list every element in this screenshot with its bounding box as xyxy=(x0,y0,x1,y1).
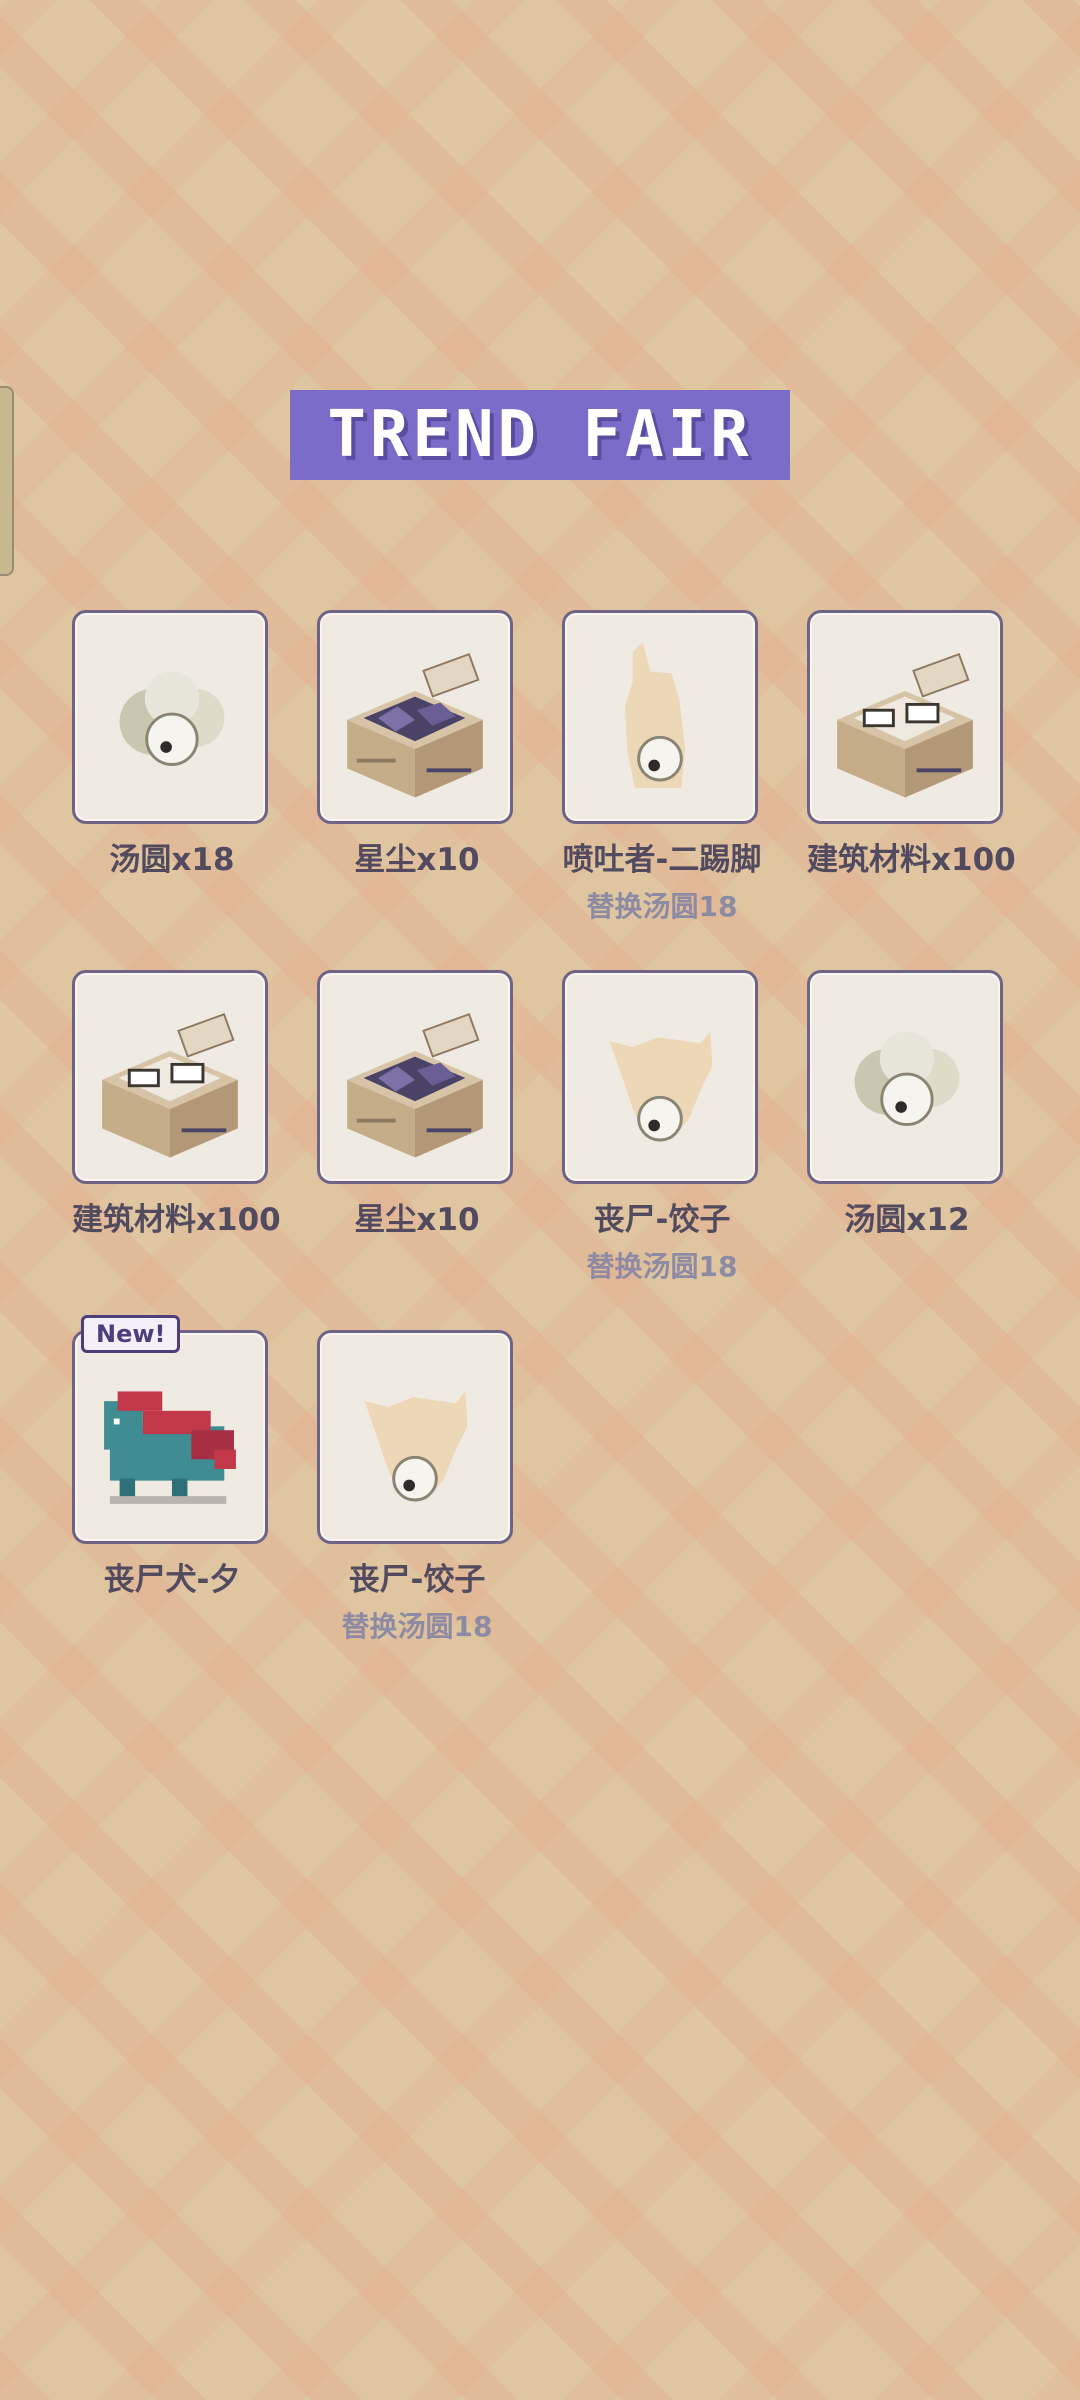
side-drawer-handle[interactable] xyxy=(0,386,14,576)
item-name: 星尘x10 xyxy=(354,842,480,878)
reward-item[interactable]: 喷吐者-二踢脚 替换汤圆18 xyxy=(562,610,762,970)
reward-card[interactable] xyxy=(317,970,513,1184)
reward-card[interactable] xyxy=(72,610,268,824)
item-name: 建筑材料x100 xyxy=(72,1202,281,1238)
item-name: 丧尸-饺子 xyxy=(593,1202,731,1238)
reward-card[interactable] xyxy=(72,970,268,1184)
building-materials-crate-icon xyxy=(102,1013,238,1158)
reward-card[interactable] xyxy=(317,1330,513,1544)
reward-card[interactable] xyxy=(562,970,758,1184)
reward-card[interactable]: New! xyxy=(72,1315,268,1544)
item-name: 丧尸犬-夕 xyxy=(103,1562,241,1598)
item-name: 喷吐者-二踢脚 xyxy=(562,842,762,878)
stardust-crate-icon xyxy=(347,653,483,798)
item-replacement-note: 替换汤圆18 xyxy=(341,1610,493,1643)
reward-card[interactable] xyxy=(807,970,1003,1184)
reward-item[interactable]: 丧尸-饺子 替换汤圆18 xyxy=(562,970,762,1330)
tangyuan-icon xyxy=(119,671,225,766)
reward-card[interactable] xyxy=(317,610,513,824)
reward-card[interactable] xyxy=(562,610,758,824)
reward-item[interactable]: 汤圆x12 xyxy=(807,970,1007,1330)
item-replacement-note: 替换汤圆18 xyxy=(586,890,738,923)
item-name: 建筑材料x100 xyxy=(807,842,1016,878)
silhouette-pet-icon xyxy=(625,642,686,788)
item-name: 汤圆x18 xyxy=(109,842,235,878)
title-banner: TREND FAIR xyxy=(290,390,790,480)
silhouette-pet-icon xyxy=(364,1391,468,1502)
reward-grid: 汤圆x18 星尘x10 喷吐者-二踢脚 替换汤圆18 建筑材料x100 建筑材料… xyxy=(72,610,1016,1690)
reward-card[interactable] xyxy=(807,610,1003,824)
silhouette-pet-icon xyxy=(609,1031,713,1142)
tangyuan-icon xyxy=(854,1031,960,1126)
reward-item[interactable]: 建筑材料x100 xyxy=(72,970,281,1330)
item-name: 丧尸-饺子 xyxy=(348,1562,486,1598)
stardust-crate-icon xyxy=(347,1013,483,1158)
page-title: TREND FAIR xyxy=(327,398,753,472)
reward-item[interactable]: 丧尸-饺子 替换汤圆18 xyxy=(317,1330,517,1690)
reward-item[interactable]: 建筑材料x100 xyxy=(807,610,1016,970)
reward-item[interactable]: 星尘x10 xyxy=(317,610,517,970)
reward-item[interactable]: 汤圆x18 xyxy=(72,610,272,970)
reward-item[interactable]: New! 丧尸犬-夕 xyxy=(72,1315,272,1690)
item-name: 汤圆x12 xyxy=(844,1202,970,1238)
building-materials-crate-icon xyxy=(837,653,973,798)
item-replacement-note: 替换汤圆18 xyxy=(586,1250,738,1283)
zombie-dog-icon xyxy=(104,1391,236,1504)
reward-item[interactable]: 星尘x10 xyxy=(317,970,517,1330)
new-badge: New! xyxy=(81,1315,181,1353)
item-name: 星尘x10 xyxy=(354,1202,480,1238)
